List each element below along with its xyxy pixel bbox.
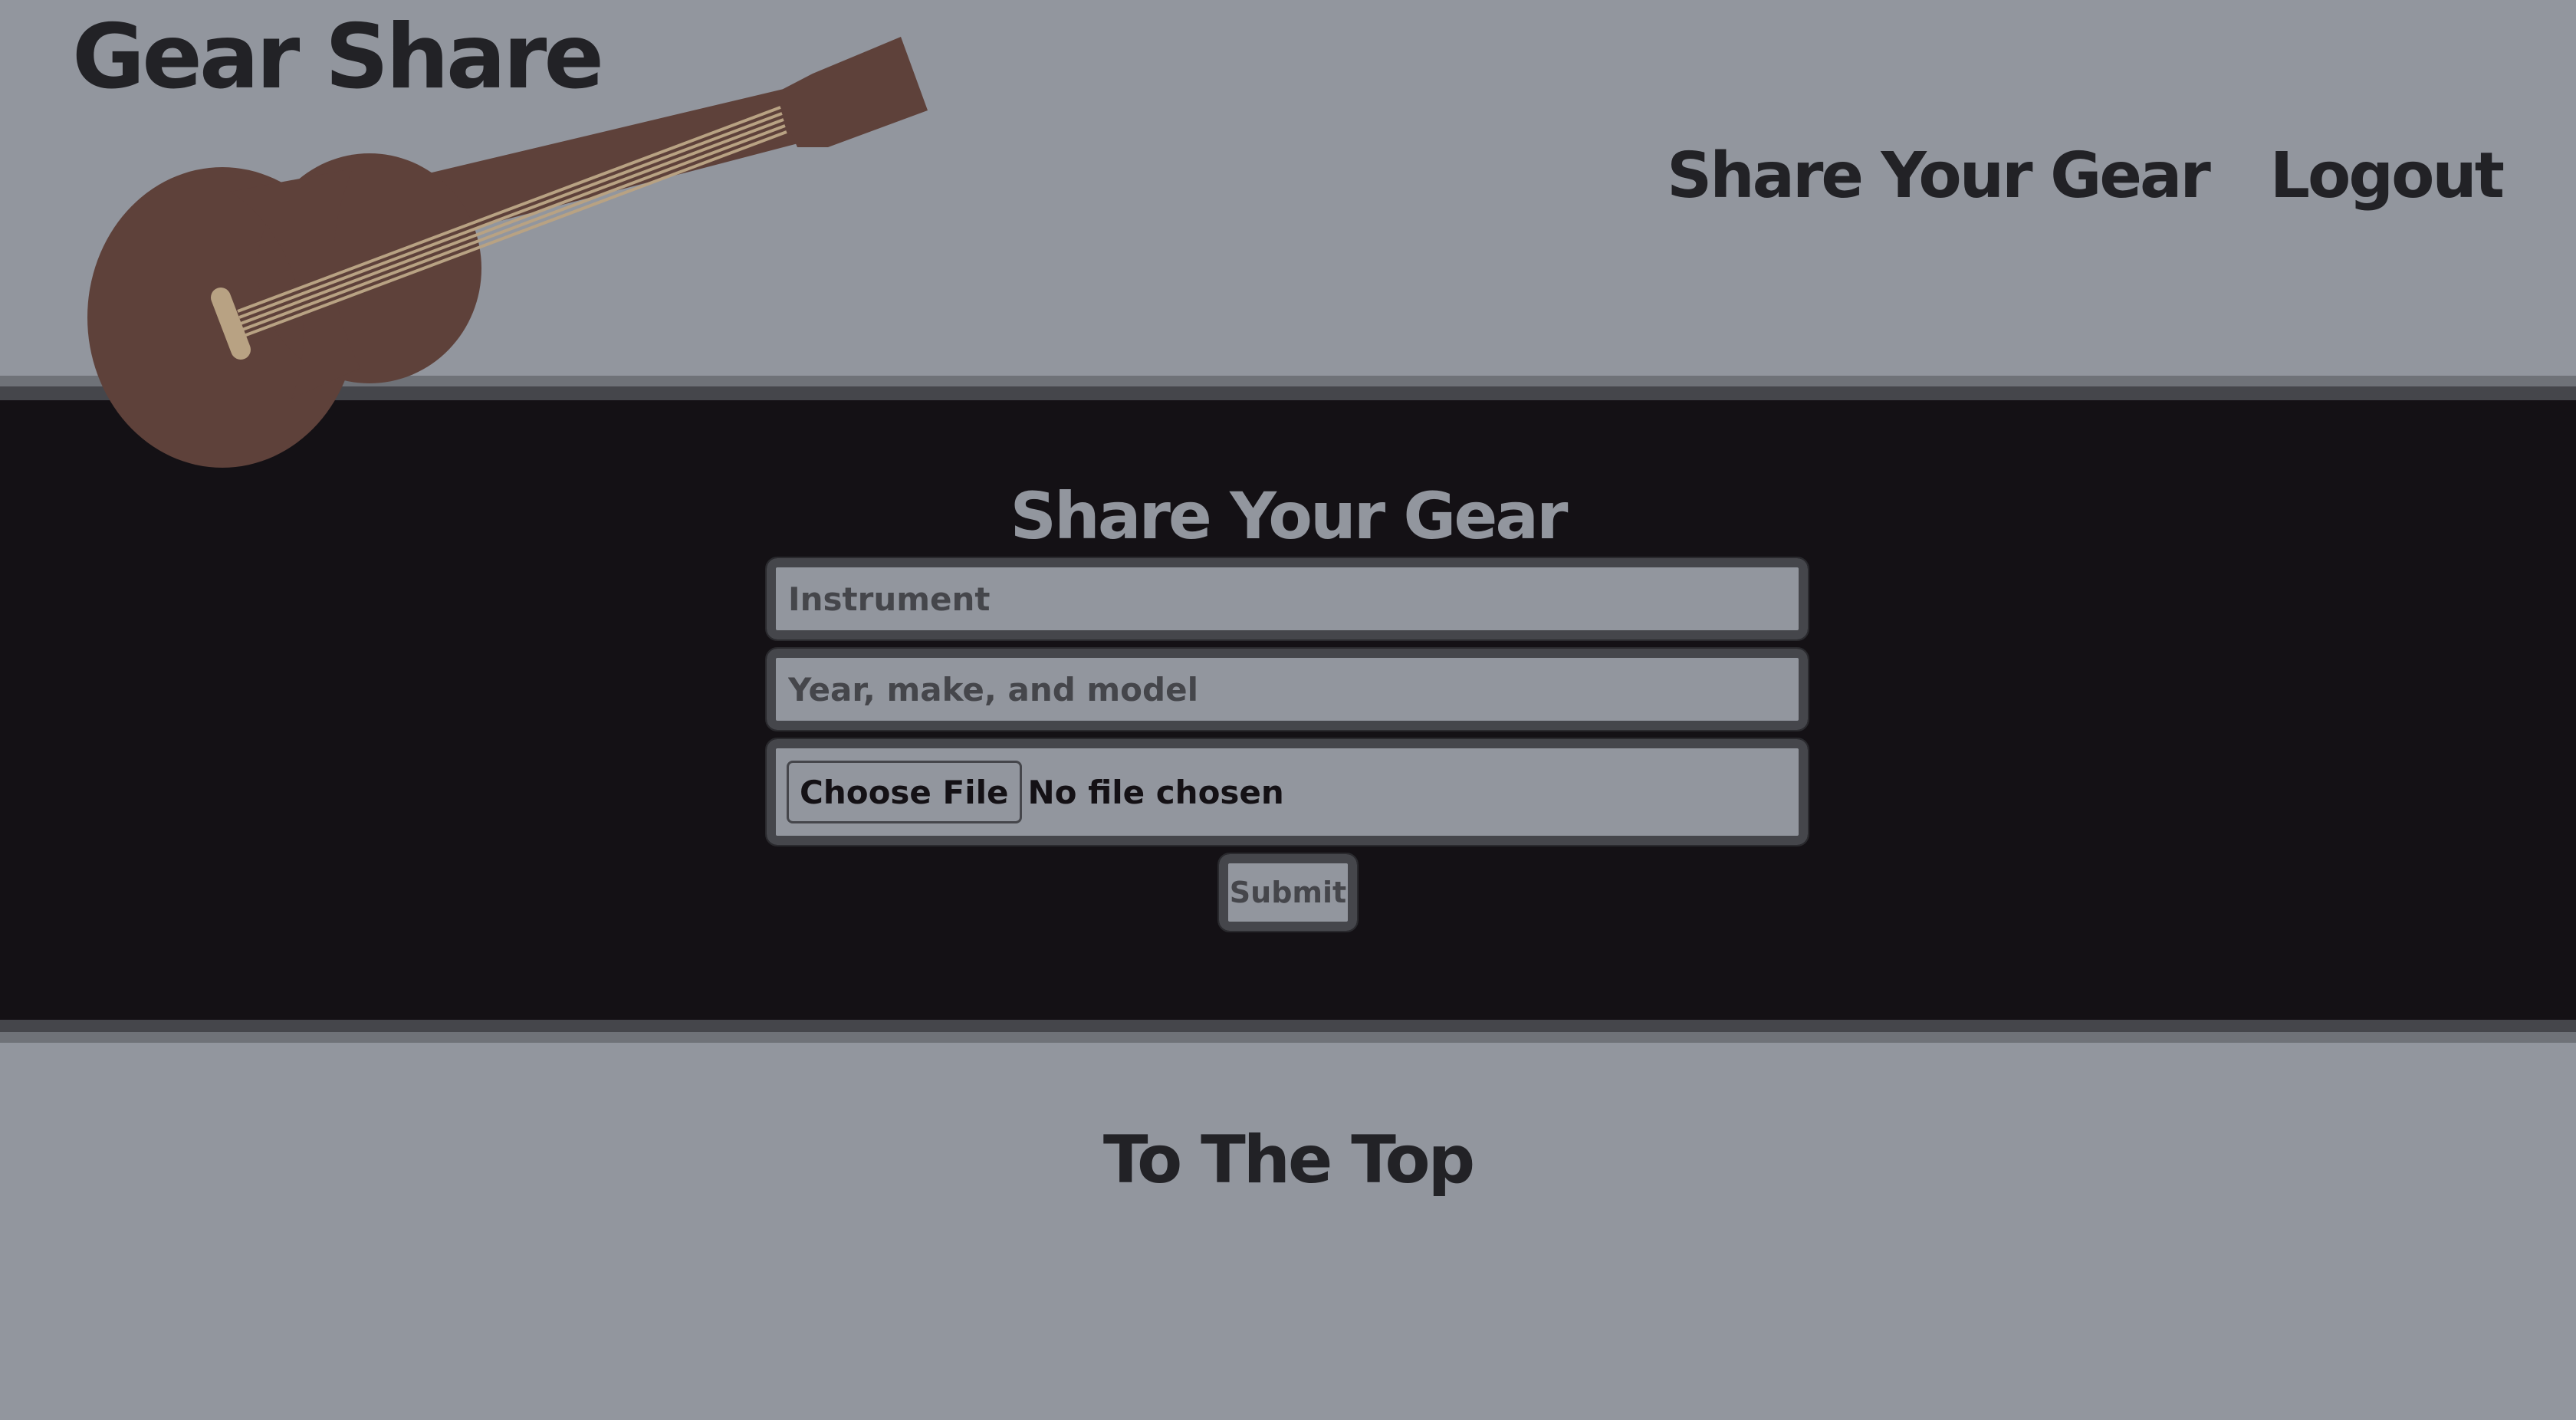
year-make-model-input[interactable] bbox=[776, 658, 1799, 721]
file-upload-field: Choose File No file chosen bbox=[765, 738, 1809, 846]
instrument-input[interactable] bbox=[776, 567, 1799, 630]
site-footer: To The Top bbox=[0, 1043, 2576, 1420]
site-logo[interactable]: Gear Share bbox=[72, 0, 604, 115]
model-field-wrapper bbox=[765, 647, 1809, 731]
choose-file-button[interactable]: Choose File bbox=[787, 761, 1022, 823]
main-nav: Share Your Gear Logout bbox=[1667, 130, 2505, 222]
file-status-text: No file chosen bbox=[1027, 773, 1284, 811]
nav-logout-link[interactable]: Logout bbox=[2270, 130, 2505, 222]
footer-divider bbox=[0, 1020, 2576, 1043]
to-the-top-link[interactable]: To The Top bbox=[0, 1110, 2576, 1210]
instrument-field-wrapper bbox=[765, 557, 1809, 641]
nav-share-your-gear-link[interactable]: Share Your Gear bbox=[1667, 130, 2211, 222]
page: Gear Share Share Your Gear Logout Share … bbox=[0, 0, 2576, 1420]
submit-button[interactable]: Submit bbox=[1217, 853, 1359, 932]
